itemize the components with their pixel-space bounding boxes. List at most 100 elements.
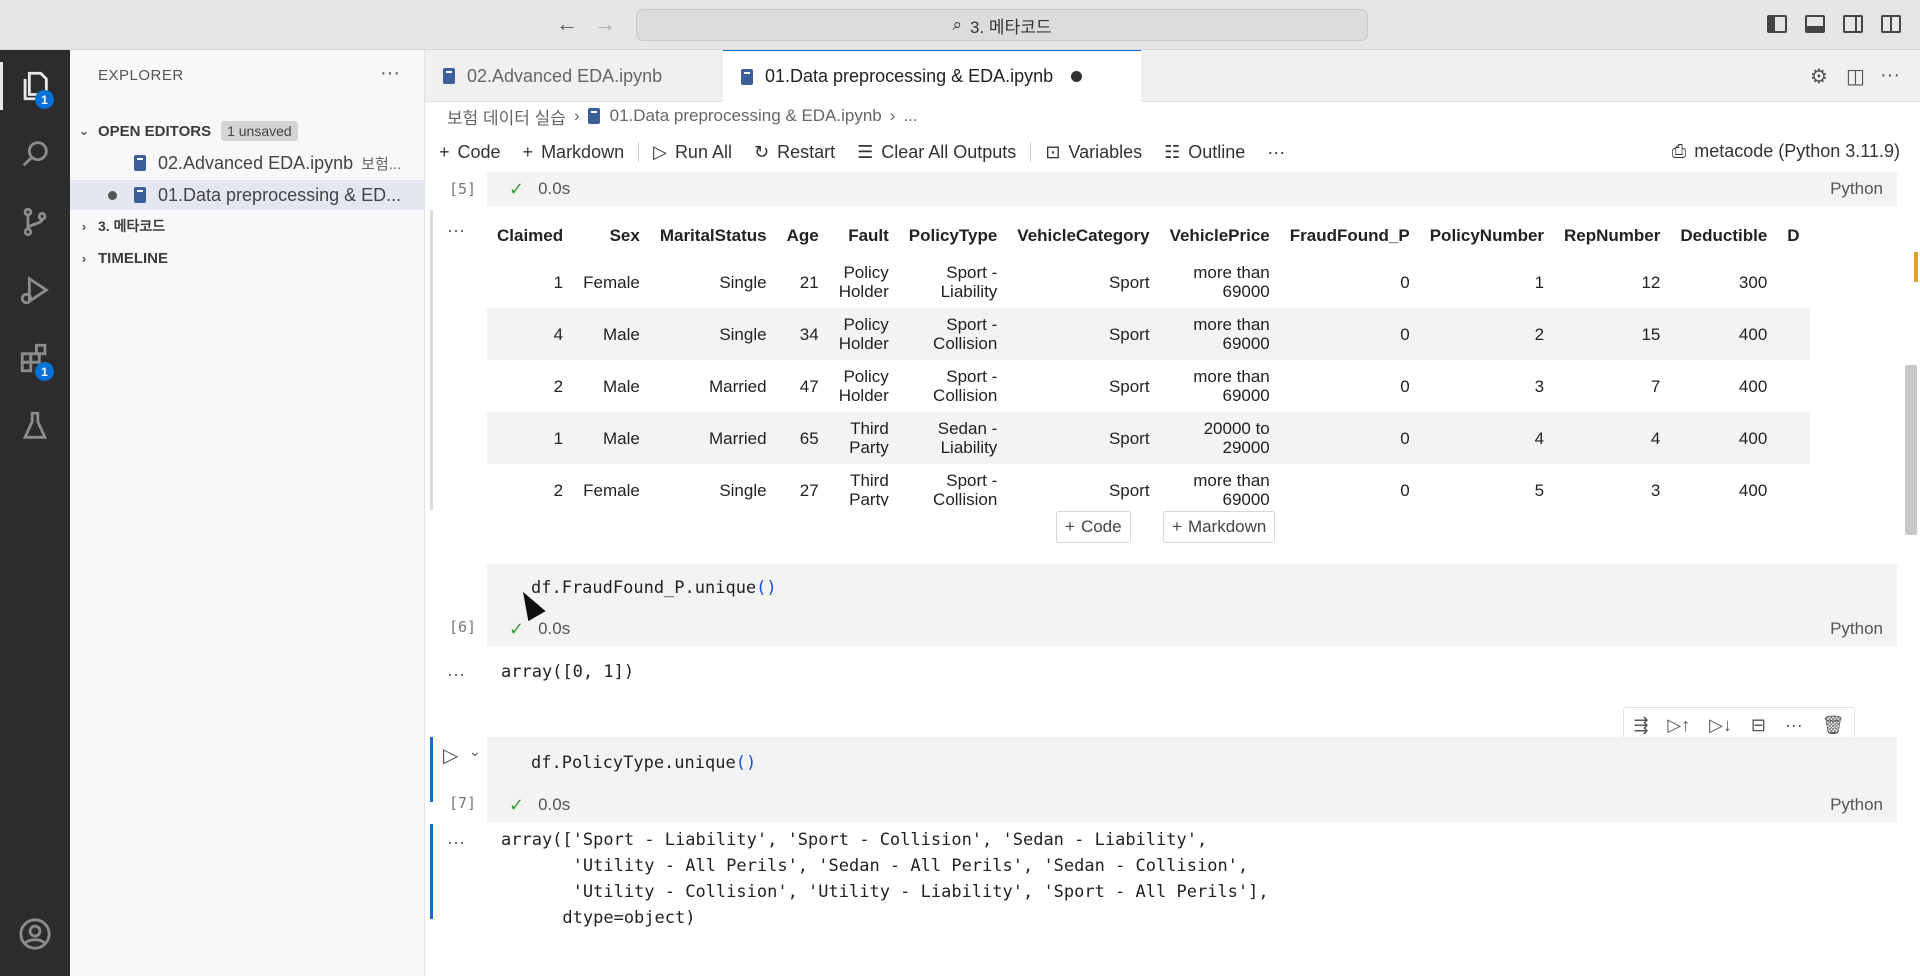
kernel-icon: ⎙ [1671, 141, 1687, 161]
table-cell: 1 [553, 272, 564, 292]
table-cell: 4 [1554, 412, 1671, 464]
table-row: 1 Female Single 21 Policy Holder Sport - Liab… [487, 256, 1810, 308]
breadcrumb-root[interactable]: 보험 데이터 실습 [447, 104, 566, 129]
code-cell-editor[interactable]: df.PolicyType.unique() [487, 737, 1897, 788]
tab-data-preprocessing[interactable]: 01.Data preprocessing & EDA.ipynb [723, 50, 1141, 102]
table-cell: Male [602, 376, 640, 396]
insert-markdown-cell-button[interactable]: + Markdown [1163, 511, 1276, 543]
execute-below-icon[interactable]: ▷↓ [1709, 715, 1732, 736]
toggle-panel-icon[interactable] [1805, 15, 1825, 33]
run-by-line-icon[interactable]: ⇶ [1633, 715, 1648, 736]
output-more-icon[interactable]: ··· [447, 664, 465, 685]
cell-language[interactable]: Python [1830, 619, 1883, 639]
table-cell: Single [719, 480, 767, 500]
run-debug-activity[interactable] [0, 258, 70, 322]
breadcrumb-ellipsis[interactable]: ... [903, 106, 917, 126]
insert-code-cell-button[interactable]: + Code [1056, 511, 1131, 543]
table-cell: 47 [799, 376, 819, 396]
forward-arrow-icon[interactable]: → [594, 11, 616, 37]
flask-icon [22, 411, 48, 439]
source-control-activity[interactable] [0, 190, 70, 254]
more-actions-button[interactable]: ··· [1267, 142, 1285, 163]
open-editor-name: 02.Advanced EDA.ipynb [158, 152, 354, 173]
table-cell [1777, 256, 1809, 308]
kernel-label: metacode (Python 3.11.9) [1694, 141, 1900, 161]
more-actions-icon[interactable]: ··· [1880, 64, 1900, 87]
kernel-picker[interactable]: ⎙ metacode (Python 3.11.9) [1672, 141, 1900, 162]
explorer-activity[interactable]: 1 [0, 54, 70, 118]
toggle-primary-sidebar-icon[interactable] [1767, 15, 1787, 33]
delete-cell-icon[interactable]: 🗑 [1822, 715, 1845, 736]
tab-advanced-eda[interactable]: 02.Advanced EDA.ipynb [425, 50, 723, 102]
run-all-button[interactable]: ▷ Run All [653, 142, 732, 163]
more-actions-icon[interactable]: ··· [380, 62, 400, 85]
execute-above-icon[interactable]: ▷↑ [1667, 715, 1690, 736]
open-editor-item-active[interactable]: 01.Data preprocessing & ED... [70, 180, 425, 210]
back-arrow-icon[interactable]: ← [556, 11, 578, 37]
search-activity[interactable] [0, 122, 70, 186]
folder-section[interactable]: › 3. 메타코드 [70, 211, 425, 241]
unsaved-dot-icon[interactable] [1071, 71, 1083, 82]
table-cell [1777, 412, 1810, 464]
code-line: df.PolicyType.unique() [531, 752, 757, 773]
table-cell: 1 [1534, 272, 1545, 292]
table-cell: Male [573, 308, 650, 360]
accounts-activity[interactable] [0, 902, 70, 966]
column-header: PolicyNumber [1429, 226, 1545, 245]
cell-language[interactable]: Python [1830, 179, 1883, 199]
command-center-search[interactable]: ⌕ 3. 메타코드 [636, 9, 1368, 41]
cell-status-bar: ✓ 0.0s Python [487, 788, 1897, 822]
add-markdown-cell-button[interactable]: + Markdown [523, 142, 625, 163]
table-cell: Third Party [849, 471, 889, 506]
open-editor-item[interactable]: 02.Advanced EDA.ipynb 보험... [70, 148, 425, 178]
search-icon: ⌕ [952, 15, 963, 34]
clear-outputs-button[interactable]: ☰ Clear All Outputs [857, 142, 1016, 163]
timeline-label: TIMELINE [98, 249, 168, 267]
dataframe-table: Claimed Sex MaritalStatus Age Fault PolicyTyp… [487, 216, 1810, 506]
timeline-section[interactable]: › TIMELINE [70, 243, 425, 273]
play-icon: ▷ [653, 141, 667, 162]
notebook-icon [134, 155, 146, 171]
testing-activity[interactable] [0, 394, 70, 458]
column-header: Age [786, 226, 819, 245]
split-editor-icon[interactable]: ◫ [1846, 64, 1865, 89]
split-cell-icon[interactable]: ⊟ [1751, 715, 1766, 736]
toggle-secondary-sidebar-icon[interactable] [1843, 15, 1863, 33]
activity-bar: 1 1 [0, 50, 70, 976]
chevron-down-icon[interactable]: ⌄ [469, 743, 481, 760]
execution-count: [5] [449, 180, 477, 198]
table-cell: more than 69000 [1193, 263, 1270, 301]
customize-layout-icon[interactable] [1881, 15, 1901, 33]
run-cell-icon[interactable]: ▷ [443, 743, 458, 768]
cell-language[interactable]: Python [1830, 795, 1883, 815]
outline-label: Outline [1188, 141, 1246, 162]
table-cell: 1 [487, 412, 574, 464]
add-code-cell-button[interactable]: + Code [439, 142, 501, 163]
table-cell: 0 [1279, 412, 1420, 464]
extensions-activity[interactable]: 1 [0, 326, 70, 390]
restart-label: Restart [777, 141, 836, 162]
vertical-scrollbar[interactable] [1905, 365, 1917, 535]
table-cell: 400 [1670, 412, 1778, 464]
table-cell: 4 [1419, 412, 1555, 464]
table-cell: 12 [1641, 272, 1661, 292]
restart-button[interactable]: ↻ Restart [754, 142, 835, 163]
extensions-badge: 1 [35, 362, 54, 381]
breadcrumb-file[interactable]: 01.Data preprocessing & EDA.ipynb [610, 106, 882, 126]
variables-button[interactable]: ⊡ Variables [1045, 142, 1142, 163]
title-bar: ← → ⌕ 3. 메타코드 [0, 0, 1920, 50]
chevron-right-icon: › [81, 218, 87, 234]
output-more-icon[interactable]: ··· [447, 220, 465, 241]
output-more-icon[interactable]: ··· [447, 832, 465, 853]
variables-label: Variables [1068, 141, 1143, 162]
gear-icon[interactable]: ⚙ [1810, 64, 1828, 89]
table-cell: 7 [1650, 376, 1661, 396]
table-cell: more than 69000 [1193, 471, 1270, 506]
outline-button[interactable]: ☷ Outline [1164, 142, 1245, 163]
add-code-label: Code [457, 141, 501, 162]
code-cell-editor[interactable]: df.FraudFound_P.unique() [487, 564, 1897, 612]
open-editors-section[interactable]: ⌄ OPEN EDITORS 1 unsaved [70, 116, 425, 146]
column-header: RepNumber [1564, 226, 1661, 245]
more-actions-icon[interactable]: ··· [1785, 715, 1803, 736]
table-cell: 2 [553, 480, 564, 500]
